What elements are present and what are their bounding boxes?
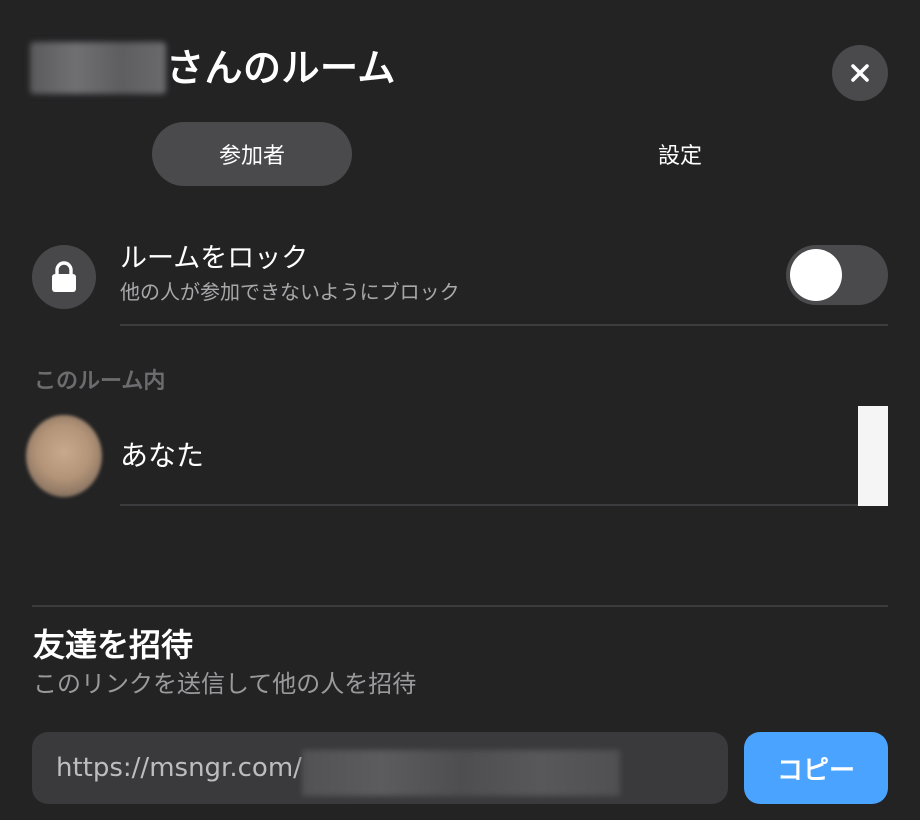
close-button[interactable]	[832, 45, 888, 101]
room-owner-name-redacted	[30, 42, 166, 94]
lock-icon-container	[32, 245, 96, 309]
copy-button[interactable]: コピー	[744, 732, 888, 804]
lock-icon	[52, 261, 76, 292]
avatar	[26, 415, 102, 497]
lock-room-subtitle: 他の人が参加できないようにブロック	[120, 280, 460, 304]
toggle-knob	[790, 249, 842, 301]
invite-title: 友達を招待	[33, 626, 194, 664]
divider	[32, 605, 888, 607]
divider	[120, 504, 858, 506]
lock-room-title: ルームをロック	[120, 243, 309, 274]
close-icon	[851, 64, 869, 82]
tab-participants[interactable]: 参加者	[152, 122, 352, 186]
invite-link-text: https://msngr.com/	[56, 753, 302, 783]
invite-subtitle: このリンクを送信して他の人を招待	[33, 670, 417, 698]
lock-room-toggle[interactable]	[786, 245, 888, 305]
participant-name: あなた	[120, 439, 205, 472]
scrollbar[interactable]	[858, 406, 888, 506]
room-section-label: このルーム内	[34, 369, 166, 394]
invite-link-redacted	[302, 750, 620, 796]
page-title: さんのルーム	[166, 46, 396, 90]
tab-settings[interactable]: 設定	[580, 122, 780, 186]
invite-link-field[interactable]: https://msngr.com/	[32, 732, 728, 804]
divider	[120, 324, 888, 326]
